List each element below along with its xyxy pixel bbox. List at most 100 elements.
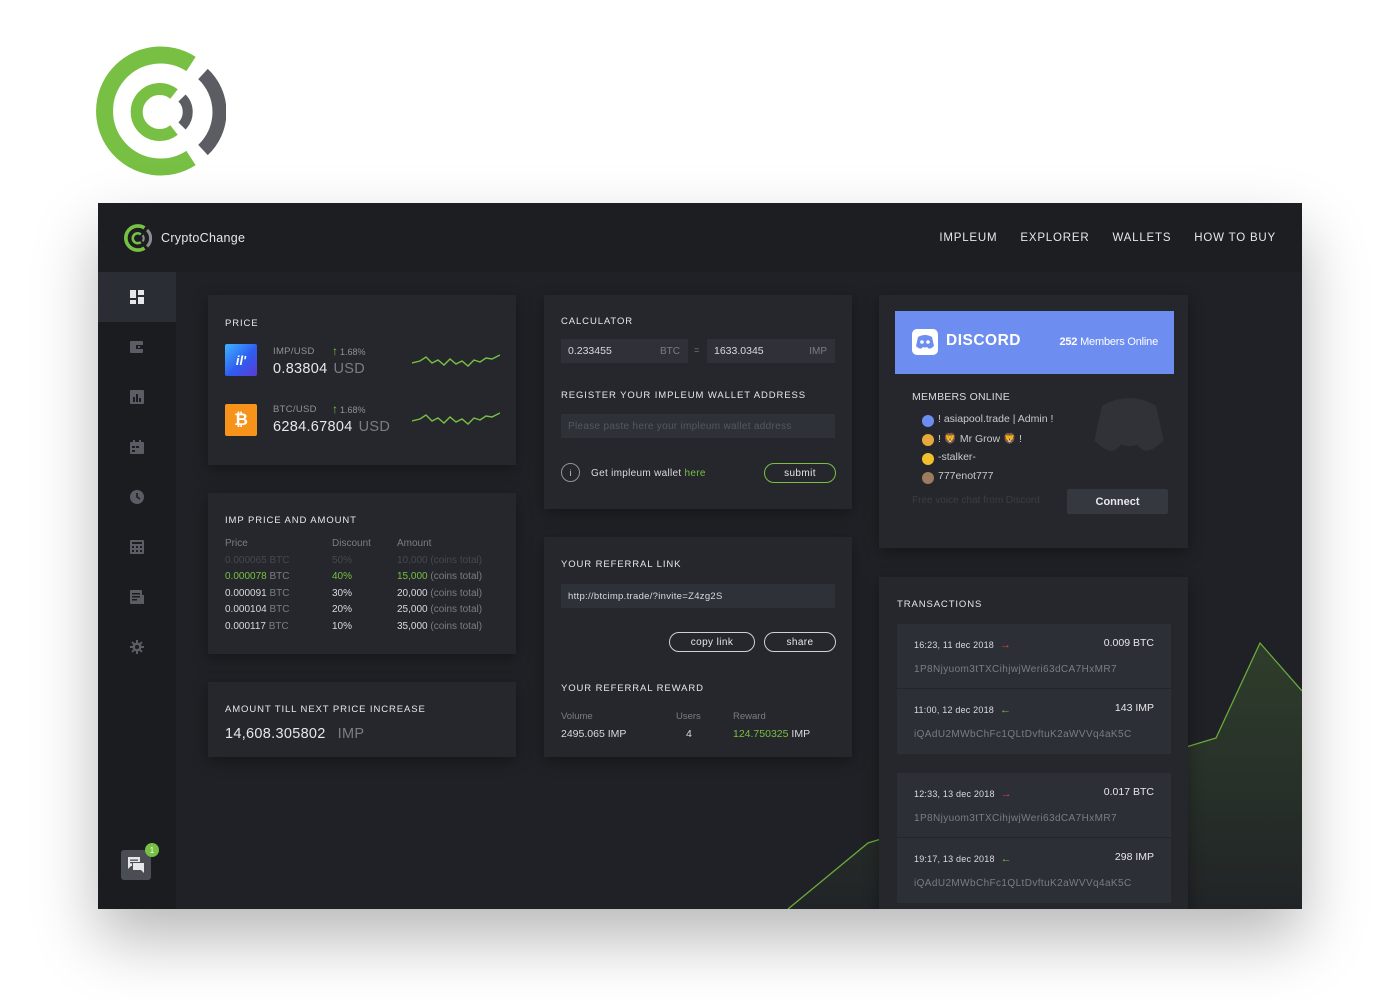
- discord-wordmark: DISCORD: [946, 332, 1021, 349]
- top-bar: CryptoChange IMPLEUM EXPLORER WALLETS HO…: [98, 203, 1302, 272]
- member-item[interactable]: -stalker-: [938, 451, 976, 463]
- info-icon: i: [561, 463, 580, 482]
- discord-header: DISCORD 252 Members Online: [895, 311, 1174, 374]
- brand-name[interactable]: CryptoChange: [161, 231, 245, 245]
- member-avatar: [922, 415, 934, 427]
- sidebar-item-calculator[interactable]: [98, 522, 176, 572]
- volume-header: Volume: [561, 711, 593, 722]
- tx-amount: 298 IMP: [1114, 851, 1154, 863]
- transaction-row[interactable]: 11:00, 12 dec 2018 ← 143 IMP iQAdU2MWbChF…: [897, 689, 1171, 754]
- discord-footer-text: Free voice chat from Discord: [912, 495, 1040, 506]
- member-item[interactable]: ! asiapool.trade | Admin !: [938, 413, 1053, 425]
- main-nav: IMPLEUM EXPLORER WALLETS HOW TO BUY: [939, 232, 1276, 244]
- transactions-card: TRANSACTIONS 16:23, 11 dec 2018 → 0.009 B…: [879, 577, 1188, 909]
- users-value: 4: [686, 728, 692, 740]
- wallet-icon: [130, 341, 144, 353]
- get-wallet-text: Get impleum wallet here: [591, 468, 706, 479]
- transactions-title: TRANSACTIONS: [897, 599, 983, 610]
- referral-link-title: YOUR REFERRAL LINK: [561, 559, 682, 570]
- history-icon: [130, 490, 144, 504]
- imp-amount-input[interactable]: 1633.0345 IMP: [707, 339, 835, 363]
- nav-explorer[interactable]: EXPLORER: [1020, 232, 1089, 244]
- wallet-address-input[interactable]: Please paste here your impleum wallet ad…: [561, 414, 835, 438]
- cryptochange-logo-icon[interactable]: [124, 224, 152, 252]
- next-increase-value: 14,608.305802 IMP: [225, 726, 365, 742]
- price-card: PRICE il' IMP/USD ↑ 1.68% 0.83804 USD ₿ BT…: [208, 295, 516, 465]
- members-online-title: MEMBERS ONLINE: [912, 391, 1010, 403]
- sidebar-item-settings[interactable]: [98, 622, 176, 672]
- member-avatar: [922, 453, 934, 465]
- imp-price-card: IMP PRICE AND AMOUNT Price Discount Amou…: [208, 493, 516, 654]
- member-avatar: [922, 472, 934, 484]
- sidebar-item-calendar[interactable]: [98, 422, 176, 472]
- calculator-card: CALCULATOR 0.233455 BTC = 1633.0345 IMP RE…: [544, 295, 852, 509]
- share-button[interactable]: share: [764, 632, 836, 652]
- sidebar-item-chart[interactable]: [98, 372, 176, 422]
- referral-link-field[interactable]: http://btcimp.trade/?invite=Z4zg2S: [561, 584, 835, 608]
- discord-watermark-icon: [1094, 398, 1164, 451]
- member-item[interactable]: ! 🦁 Mr Grow 🦁 !: [938, 432, 1022, 445]
- users-header: Users: [676, 711, 701, 722]
- sparkline: [412, 354, 500, 367]
- nav-impleum[interactable]: IMPLEUM: [939, 232, 997, 244]
- submit-button[interactable]: submit: [764, 463, 836, 483]
- arrow-up-icon: ↑: [332, 344, 338, 358]
- app-window: CryptoChange IMPLEUM EXPLORER WALLETS HO…: [98, 203, 1302, 909]
- table-row: 0.000065 BTC 50% 10,000 (coins total): [225, 554, 483, 566]
- sidebar-item-wallet[interactable]: [98, 322, 176, 372]
- arrow-up-icon: ↑: [332, 402, 338, 416]
- reward-header: Reward: [733, 711, 766, 722]
- sidebar: 1: [98, 272, 176, 909]
- discord-icon: [912, 329, 938, 355]
- chat-button[interactable]: 1: [121, 843, 159, 880]
- bitcoin-icon: ₿: [225, 404, 257, 436]
- pair-label: IMP/USD: [273, 346, 315, 357]
- imp-price-title: IMP PRICE AND AMOUNT: [225, 515, 357, 526]
- tx-amount: 143 IMP: [1114, 702, 1154, 714]
- sidebar-item-dashboard[interactable]: [98, 272, 176, 322]
- table-header: Price Discount Amount: [225, 538, 432, 549]
- table-row: 0.000091 BTC 30% 20,000 (coins total): [225, 587, 483, 599]
- price-value: 0.83804 USD: [273, 361, 366, 377]
- tx-address: iQAdU2MWbChFc1QLtDvftuK2aWVVq4aK5C: [914, 878, 1132, 889]
- transaction-row[interactable]: 19:17, 13 dec 2018 ← 298 IMP iQAdU2MWbChF…: [897, 838, 1171, 903]
- nav-wallets[interactable]: WALLETS: [1112, 232, 1171, 244]
- member-avatar: [922, 434, 934, 446]
- change-label: ↑ 1.68%: [332, 344, 366, 358]
- sidebar-item-history[interactable]: [98, 472, 176, 522]
- next-increase-title: AMOUNT TILL NEXT PRICE INCREASE: [225, 704, 426, 715]
- table-row: 0.000104 BTC 20% 25,000 (coins total): [225, 604, 483, 616]
- next-increase-card: AMOUNT TILL NEXT PRICE INCREASE 14,608.3…: [208, 682, 516, 757]
- nav-how-to-buy[interactable]: HOW TO BUY: [1194, 232, 1276, 244]
- calendar-icon: [130, 440, 144, 454]
- change-label: ↑ 1.68%: [332, 402, 366, 416]
- tx-time: 11:00, 12 dec 2018 ←: [914, 704, 1012, 716]
- tx-address: 1P8Njyuom3tTXCihjwjWeri63dCA7HxMR7: [914, 813, 1117, 824]
- get-wallet-link[interactable]: here: [685, 468, 706, 479]
- connect-button[interactable]: Connect: [1067, 489, 1168, 514]
- tx-amount: 0.009 BTC: [1103, 637, 1154, 649]
- table-row: 0.000078 BTC 40% 15,000 (coins total): [225, 571, 483, 583]
- impleum-icon: il': [225, 344, 257, 376]
- equals-sign: =: [694, 345, 700, 355]
- price-tier-table: Price Discount Amount 0.000065 BTC 50% 1…: [225, 535, 482, 635]
- dashboard-icon: [130, 290, 144, 304]
- discord-widget: DISCORD 252 Members Online MEMBERS ONLIN…: [879, 295, 1188, 548]
- price-title: PRICE: [225, 318, 259, 329]
- sidebar-item-news[interactable]: [98, 572, 176, 622]
- reward-value: 124.750325 IMP: [733, 728, 811, 740]
- arrow-left-icon: ←: [1000, 853, 1012, 865]
- transaction-row[interactable]: 16:23, 11 dec 2018 → 0.009 BTC 1P8Njyuom3…: [897, 624, 1171, 689]
- calculator-icon: [130, 540, 144, 554]
- arrow-right-icon: →: [1000, 788, 1012, 800]
- btc-amount-input[interactable]: 0.233455 BTC: [561, 339, 688, 363]
- transaction-row[interactable]: 12:33, 13 dec 2018 → 0.017 BTC 1P8Njyuom3…: [897, 773, 1171, 838]
- arrow-right-icon: →: [1000, 639, 1012, 651]
- chat-icon: [128, 857, 144, 873]
- cryptochange-logo-icon: [96, 46, 226, 176]
- tx-time: 19:17, 13 dec 2018 ←: [914, 853, 1012, 865]
- copy-link-button[interactable]: copy link: [669, 632, 755, 652]
- chat-badge: 1: [145, 843, 159, 857]
- pair-label: BTC/USD: [273, 404, 317, 415]
- member-item[interactable]: 777enot777: [938, 470, 993, 482]
